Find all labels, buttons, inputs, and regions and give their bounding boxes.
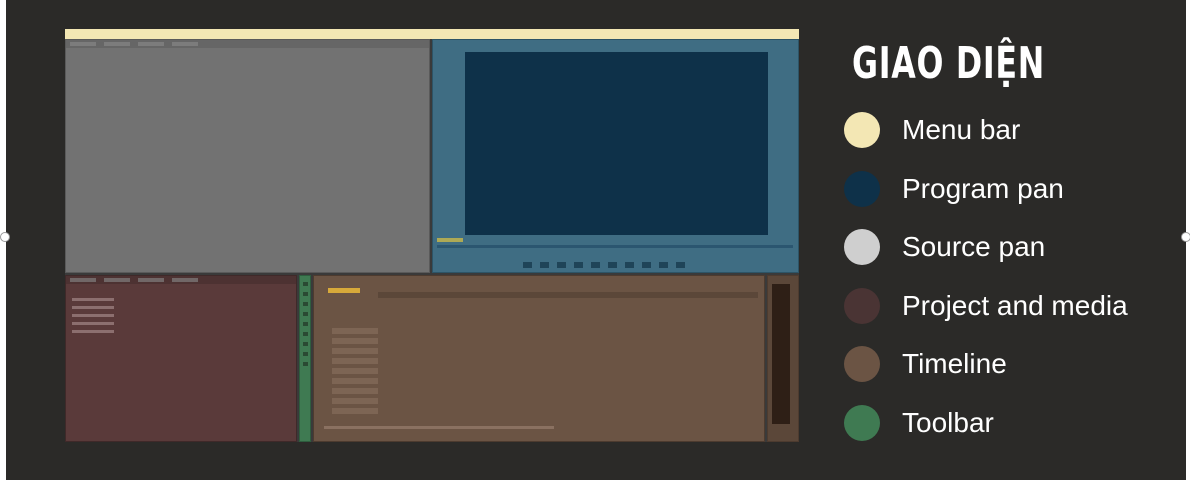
right-resize-handle[interactable] xyxy=(1181,232,1190,242)
project-media-panel-region xyxy=(65,275,297,442)
audio-meter-bar xyxy=(772,284,790,424)
left-resize-handle[interactable] xyxy=(0,232,10,242)
legend-label: Timeline xyxy=(902,348,1007,380)
slide-background: GIAO DIỆN Menu bar Program pan Source pa… xyxy=(6,0,1186,480)
source-pan-swatch xyxy=(844,229,880,266)
legend-label: Source pan xyxy=(902,231,1046,263)
timeline-timecode xyxy=(328,288,360,293)
program-scrub-bar xyxy=(437,245,793,248)
toolbar-swatch xyxy=(844,404,880,441)
legend-label: Menu bar xyxy=(902,114,1021,145)
menu-bar-region xyxy=(65,29,799,39)
timeline-panel-region xyxy=(313,275,765,442)
program-monitor-screen xyxy=(465,52,768,235)
project-bin-list xyxy=(72,298,114,338)
timeline-ruler xyxy=(378,292,758,298)
legend-label: Program pan xyxy=(902,172,1064,204)
toolbar-region xyxy=(299,275,311,442)
editor-screenshot xyxy=(65,29,799,442)
program-timecode xyxy=(437,238,463,242)
project-panel-tabs xyxy=(66,276,296,284)
timeline-swatch xyxy=(844,346,880,383)
legend-label: Toolbar xyxy=(902,406,994,438)
source-panel-region xyxy=(65,39,430,273)
audio-meter-region xyxy=(767,275,799,442)
program-panel-region xyxy=(432,39,799,273)
menu-bar-swatch xyxy=(844,112,880,148)
source-panel-tabs xyxy=(66,40,429,48)
legend-title: GIAO DIỆN xyxy=(852,38,1045,89)
program-transport-controls xyxy=(523,262,713,268)
timeline-track-headers xyxy=(332,328,378,418)
timeline-scrollbar xyxy=(324,426,554,429)
project-media-swatch xyxy=(844,287,880,324)
program-pan-swatch xyxy=(844,170,880,207)
legend-label: Project and media xyxy=(902,289,1128,321)
